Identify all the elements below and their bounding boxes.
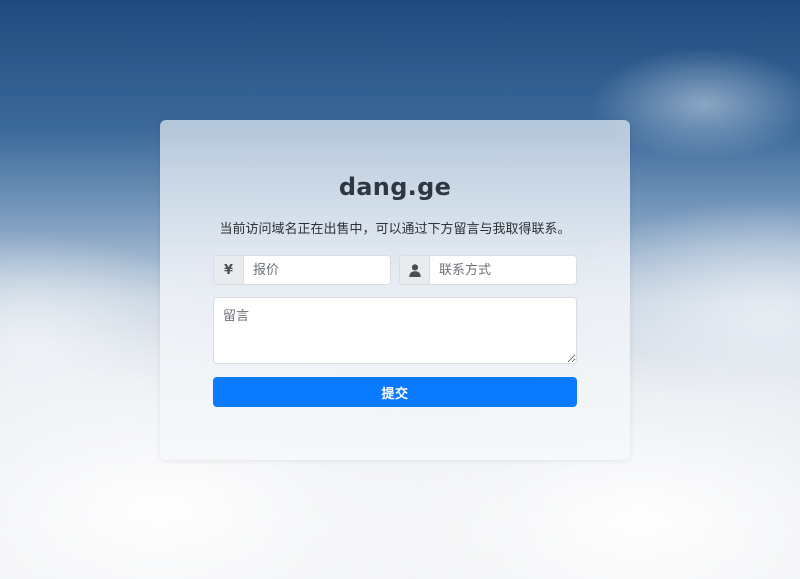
contact-input-group (399, 255, 577, 285)
submit-button[interactable]: 提交 (213, 377, 577, 407)
price-input-group: ¥ (213, 255, 391, 285)
yen-icon: ¥ (214, 256, 244, 284)
user-icon (400, 256, 430, 284)
page-background: { "domain_title": "dang.ge", "subtitle":… (0, 0, 800, 579)
contact-input[interactable] (430, 256, 576, 284)
sale-notice: 当前访问域名正在出售中，可以通过下方留言与我取得联系。 (219, 222, 571, 237)
contact-card: dang.ge 当前访问域名正在出售中，可以通过下方留言与我取得联系。 ¥ 提交 (160, 120, 630, 460)
price-input[interactable] (244, 256, 390, 284)
message-textarea[interactable] (213, 297, 577, 364)
domain-title: dang.ge (338, 173, 452, 201)
